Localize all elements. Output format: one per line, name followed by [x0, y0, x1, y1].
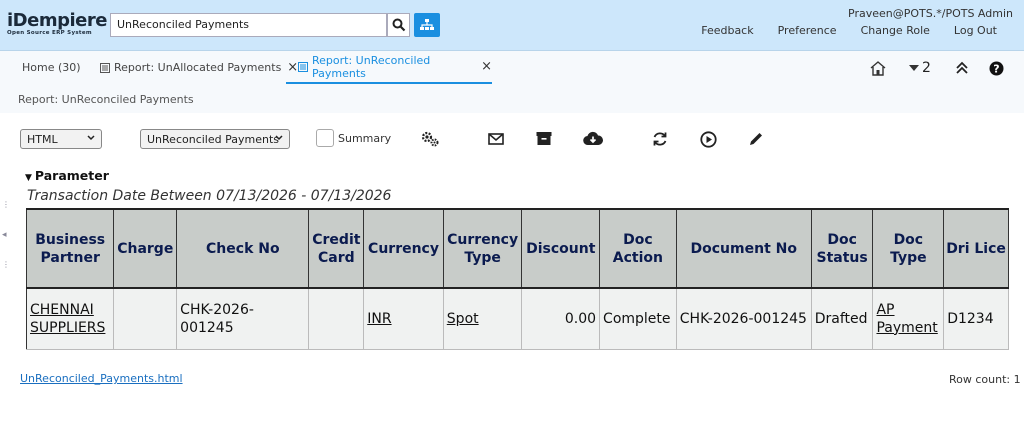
- home-button[interactable]: [870, 51, 886, 85]
- logout-link[interactable]: Log Out: [954, 24, 997, 37]
- double-chevron-up-icon: [956, 61, 968, 74]
- rerun-report-button[interactable]: [650, 129, 670, 149]
- row-count: Row count: 1: [949, 373, 1021, 386]
- column-header[interactable]: Doc Status: [810, 208, 874, 289]
- breadcrumb-bar: Report: UnReconciled Payments: [0, 85, 1024, 113]
- column-header[interactable]: Business Partner: [26, 208, 115, 289]
- window-tabbar: Home (30) Report: UnAllocated Payments ×…: [0, 51, 1024, 85]
- tab-unreconciled-payments[interactable]: Report: UnReconciled Payments ×: [286, 51, 492, 84]
- svg-text:?: ?: [993, 62, 999, 75]
- column-header[interactable]: Credit Card: [308, 208, 365, 289]
- caret-down-icon: [909, 65, 919, 71]
- summary-checkbox[interactable]: [316, 129, 334, 147]
- report-icon: [298, 61, 308, 72]
- archive-icon: [536, 131, 552, 145]
- tab-unallocated-payments[interactable]: Report: UnAllocated Payments ×: [100, 51, 298, 84]
- archive-report-button[interactable]: [534, 128, 554, 148]
- report-file-link[interactable]: UnReconciled_Payments.html: [20, 372, 183, 385]
- splitter-handle[interactable]: ⋮: [2, 200, 10, 209]
- help-button[interactable]: ?: [989, 51, 1004, 85]
- column-header[interactable]: Charge: [113, 208, 178, 289]
- parameter-title: Parameter: [34, 168, 109, 183]
- edit-report-button[interactable]: [746, 129, 766, 149]
- column-header[interactable]: Document No: [675, 208, 812, 289]
- triangle-down-icon: ▼: [25, 173, 32, 183]
- column-header[interactable]: Currency: [363, 208, 444, 289]
- tab-label: Report: UnReconciled Payments: [312, 53, 431, 80]
- app-header: iDempiere Open Source ERP System UnRecon…: [0, 0, 1024, 51]
- idempiere-logo[interactable]: iDempiere Open Source ERP System: [7, 10, 107, 37]
- table-row: CHENNAI SUPPLIERS CHK-2026-001245 INR Sp…: [26, 287, 1009, 350]
- doc-action-cell: Complete: [599, 287, 677, 350]
- document-no-cell: CHK-2026-001245: [675, 287, 812, 350]
- column-header[interactable]: Doc Type: [872, 208, 945, 289]
- column-header[interactable]: Currency Type: [442, 208, 523, 289]
- tab-label: Home (30): [22, 61, 81, 74]
- cloud-download-icon: [583, 131, 603, 146]
- export-report-button[interactable]: [583, 129, 603, 149]
- splitter-handle[interactable]: ⋮: [2, 260, 10, 269]
- column-header[interactable]: Doc Action: [599, 208, 677, 289]
- sitemap-icon: [420, 19, 434, 30]
- charge-cell: [113, 287, 178, 350]
- collapse-west-icon[interactable]: ◂: [2, 230, 7, 240]
- search-icon: [392, 18, 405, 32]
- change-role-link[interactable]: Change Role: [861, 24, 930, 37]
- chevron-down-icon: [87, 133, 95, 146]
- column-header[interactable]: Dri Lice: [943, 208, 1009, 289]
- header-links: Feedback Preference Change Role Log Out: [677, 24, 997, 37]
- format-select-value: HTML: [27, 133, 58, 146]
- preference-link[interactable]: Preference: [778, 24, 837, 37]
- home-icon: [870, 60, 886, 76]
- parameter-section-toggle[interactable]: ▼ Parameter: [25, 168, 109, 183]
- report-icon: [100, 62, 110, 73]
- credit-card-cell: [308, 287, 365, 350]
- help-icon: ?: [989, 61, 1004, 75]
- play-circle-icon: [699, 130, 717, 148]
- feedback-link[interactable]: Feedback: [701, 24, 753, 37]
- menu-tree-button[interactable]: [414, 13, 440, 37]
- logo-text: iDempiere: [7, 10, 107, 31]
- format-select[interactable]: HTML: [20, 129, 102, 149]
- refresh-icon: [653, 132, 667, 146]
- tab-home[interactable]: Home (30): [22, 51, 81, 84]
- report-table-container: Business Partner Charge Check No Credit …: [26, 208, 1009, 350]
- search-button[interactable]: [387, 13, 410, 37]
- discount-cell: 0.00: [521, 287, 601, 350]
- run-process-button[interactable]: [698, 129, 718, 149]
- chevron-down-icon: [275, 133, 283, 146]
- table-header-row: Business Partner Charge Check No Credit …: [26, 208, 1009, 289]
- doc-type-link[interactable]: AP Payment: [872, 287, 945, 350]
- close-icon[interactable]: ×: [481, 59, 492, 74]
- business-partner-link[interactable]: CHENNAI SUPPLIERS: [26, 287, 115, 350]
- column-header[interactable]: Discount: [521, 208, 601, 289]
- summary-label: Summary: [338, 132, 392, 145]
- driver-license-cell: D1234: [943, 287, 1009, 350]
- doc-status-cell: Drafted: [810, 287, 874, 350]
- gears-icon: [421, 131, 439, 147]
- pencil-icon: [750, 133, 762, 145]
- window-list-dropdown[interactable]: 2: [908, 51, 931, 85]
- user-role-label: Praveen@POTS.*/POTS Admin: [848, 7, 1013, 20]
- check-no-cell: CHK-2026-001245: [176, 287, 310, 350]
- parameter-summary: Transaction Date Between 07/13/2026 - 07…: [27, 188, 392, 204]
- currency-type-link[interactable]: Spot: [442, 287, 523, 350]
- report-table: Business Partner Charge Check No Credit …: [26, 208, 1009, 350]
- email-report-button[interactable]: [486, 129, 506, 149]
- currency-link[interactable]: INR: [363, 287, 444, 350]
- collapse-header-button[interactable]: [955, 51, 969, 85]
- global-search-input[interactable]: UnReconciled Payments: [110, 13, 387, 37]
- envelope-icon: [488, 133, 504, 145]
- breadcrumb: Report: UnReconciled Payments: [18, 93, 194, 106]
- customize-report-button[interactable]: [420, 129, 440, 149]
- report-view-select[interactable]: UnReconciled Payments: [140, 129, 290, 149]
- window-count: 2: [922, 60, 931, 76]
- tab-label: Report: UnAllocated Payments: [114, 61, 282, 74]
- report-view-select-value: UnReconciled Payments: [147, 133, 279, 146]
- column-header[interactable]: Check No: [176, 208, 310, 289]
